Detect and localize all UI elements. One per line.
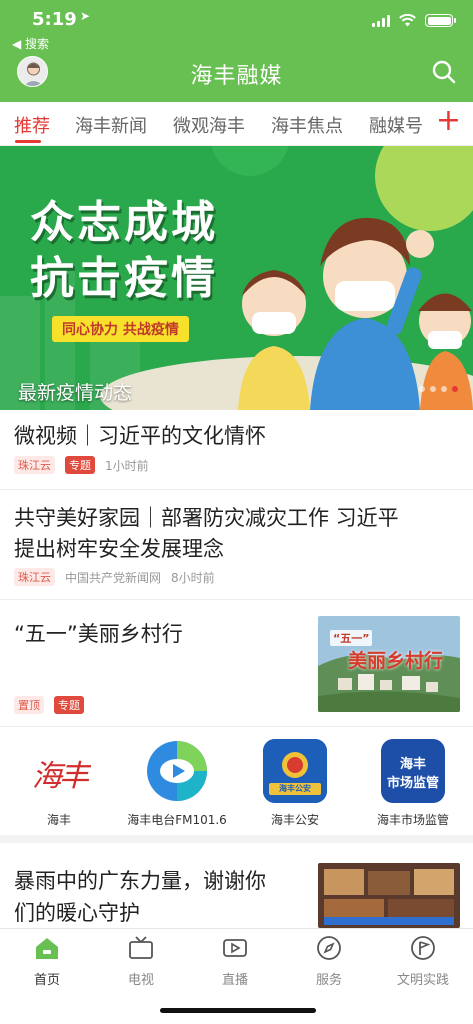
app-title: 海丰融媒 bbox=[190, 64, 283, 89]
topic-tag: 专题 bbox=[54, 696, 84, 714]
media-account-shortcuts: 海丰 海丰 海丰电台FM101.6 海丰公安 海丰公安 海丰 市场监管 海丰市场… bbox=[0, 727, 473, 843]
location-arrow-icon: ➤ bbox=[80, 9, 91, 23]
news-title-line1: 暴雨中的广东力量，谢谢你 bbox=[14, 869, 266, 893]
shortcut-market-supervision[interactable]: 海丰 市场监管 海丰市场监管 bbox=[354, 739, 472, 828]
shortcut-police[interactable]: 海丰公安 海丰公安 bbox=[236, 739, 354, 828]
top-header: 5:19 ➤ ◀ 搜索 海丰融媒 bbox=[0, 0, 473, 102]
publish-time: 1小时前 bbox=[105, 458, 149, 473]
active-tab-indicator bbox=[15, 140, 41, 143]
nav-label: 服务 bbox=[315, 973, 342, 988]
add-channel-icon[interactable]: + bbox=[436, 106, 461, 136]
news-thumbnail: “五一” 美丽乡村行 bbox=[318, 616, 460, 712]
haifeng-logo-icon: 海丰 bbox=[27, 739, 91, 803]
nav-live[interactable]: 直播 bbox=[188, 935, 282, 988]
news-title-line2: 提出树牢安全发展理念 bbox=[14, 537, 224, 561]
nav-label: 首页 bbox=[33, 973, 60, 988]
tv-icon bbox=[129, 936, 153, 959]
flag-circle-icon bbox=[411, 936, 435, 960]
logo-line1: 海丰 bbox=[399, 757, 426, 772]
cellular-signal-icon bbox=[372, 14, 390, 27]
police-logo-text: 海丰公安 bbox=[279, 784, 311, 793]
carousel-indicator bbox=[419, 386, 458, 392]
news-thumbnail bbox=[318, 863, 460, 928]
pinned-tag: 置顶 bbox=[14, 696, 44, 714]
home-indicator bbox=[160, 1008, 316, 1013]
radio-logo-icon bbox=[145, 739, 209, 803]
thumbnail-badge: “五一” bbox=[330, 630, 373, 646]
source-tag: 珠江云 bbox=[14, 568, 55, 586]
topic-tag: 专题 bbox=[65, 456, 95, 474]
news-item[interactable]: 暴雨中的广东力量，谢谢你 们的暖心守护 bbox=[0, 851, 473, 928]
news-item[interactable]: “五一”美丽乡村行 置顶 专题 “五一” 美丽乡村行 bbox=[0, 600, 473, 727]
nav-civilization-practice[interactable]: 文明实践 bbox=[376, 935, 470, 988]
nav-services[interactable]: 服务 bbox=[282, 935, 376, 988]
status-time: 5:19 bbox=[32, 9, 77, 30]
search-button[interactable] bbox=[431, 59, 457, 85]
source-tag: 珠江云 bbox=[14, 456, 55, 474]
market-supervision-logo-icon: 海丰 市场监管 bbox=[381, 739, 445, 803]
nav-home[interactable]: 首页 bbox=[0, 935, 94, 988]
shortcut-haifeng[interactable]: 海丰 海丰 bbox=[0, 739, 118, 828]
news-item[interactable]: 微视频｜习近平的文化情怀 珠江云 专题 1小时前 bbox=[0, 410, 473, 490]
banner-slogan: 同心协力 共战疫情 bbox=[52, 316, 189, 342]
tab-haifeng-focus[interactable]: 海丰焦点 bbox=[271, 112, 343, 138]
tab-micro-haifeng[interactable]: 微观海丰 bbox=[173, 112, 245, 138]
shortcut-label: 海丰电台FM101.6 bbox=[127, 813, 227, 827]
publisher-name: 中国共产党新闻网 bbox=[65, 570, 162, 585]
banner-headline-line1: 众志成城 bbox=[30, 197, 218, 248]
police-logo-icon: 海丰公安 bbox=[263, 739, 327, 803]
publish-time: 8小时前 bbox=[171, 570, 215, 585]
compass-icon bbox=[317, 936, 341, 960]
battery-icon bbox=[425, 14, 456, 27]
shortcut-radio[interactable]: 海丰电台FM101.6 bbox=[118, 739, 236, 828]
shortcut-label: 海丰市场监管 bbox=[376, 813, 449, 827]
news-meta: 珠江云 中国共产党新闻网 8小时前 bbox=[14, 568, 215, 586]
tab-media-accounts[interactable]: 融媒号 bbox=[369, 112, 423, 138]
channel-tabs: 推荐 海丰新闻 微观海丰 海丰焦点 融媒号 + bbox=[0, 102, 473, 146]
banner-caption: 最新疫情动态 bbox=[18, 382, 133, 404]
tab-recommend[interactable]: 推荐 bbox=[14, 112, 50, 138]
thumbnail-title: 美丽乡村行 bbox=[348, 650, 444, 672]
news-title-line1: 共守美好家园｜部署防灾减灾工作 习近平 bbox=[14, 506, 399, 530]
nav-tv[interactable]: 电视 bbox=[94, 935, 188, 988]
home-icon bbox=[36, 938, 58, 959]
wifi-icon bbox=[399, 14, 416, 27]
news-item[interactable]: 共守美好家园｜部署防灾减灾工作 习近平 提出树牢安全发展理念 珠江云 中国共产党… bbox=[0, 490, 473, 600]
search-icon bbox=[432, 60, 456, 84]
back-to-search-link[interactable]: ◀ 搜索 bbox=[12, 35, 49, 52]
news-title: “五一”美丽乡村行 bbox=[14, 622, 183, 646]
nav-label: 电视 bbox=[127, 973, 154, 988]
status-icons bbox=[372, 14, 456, 27]
news-title: 微视频｜习近平的文化情怀 bbox=[14, 424, 266, 448]
logo-line2: 市场监管 bbox=[386, 776, 439, 791]
nav-label: 直播 bbox=[221, 973, 248, 988]
nav-label: 文明实践 bbox=[396, 973, 449, 988]
news-meta: 置顶 专题 bbox=[14, 696, 84, 714]
banner-headline-line2: 抗击疫情 bbox=[30, 253, 218, 304]
haifeng-logo-text: 海丰 bbox=[32, 759, 89, 794]
tab-haifeng-news[interactable]: 海丰新闻 bbox=[75, 112, 147, 138]
news-meta: 珠江云 专题 1小时前 bbox=[14, 456, 149, 474]
hero-banner[interactable]: 众志成城 抗击疫情 同心协力 共战疫情 最新疫情动态 bbox=[0, 146, 473, 410]
shortcut-label: 海丰 bbox=[46, 813, 71, 827]
shortcut-label: 海丰公安 bbox=[270, 813, 319, 827]
live-video-icon bbox=[223, 939, 247, 957]
news-title-line2: 们的暖心守护 bbox=[14, 901, 140, 925]
